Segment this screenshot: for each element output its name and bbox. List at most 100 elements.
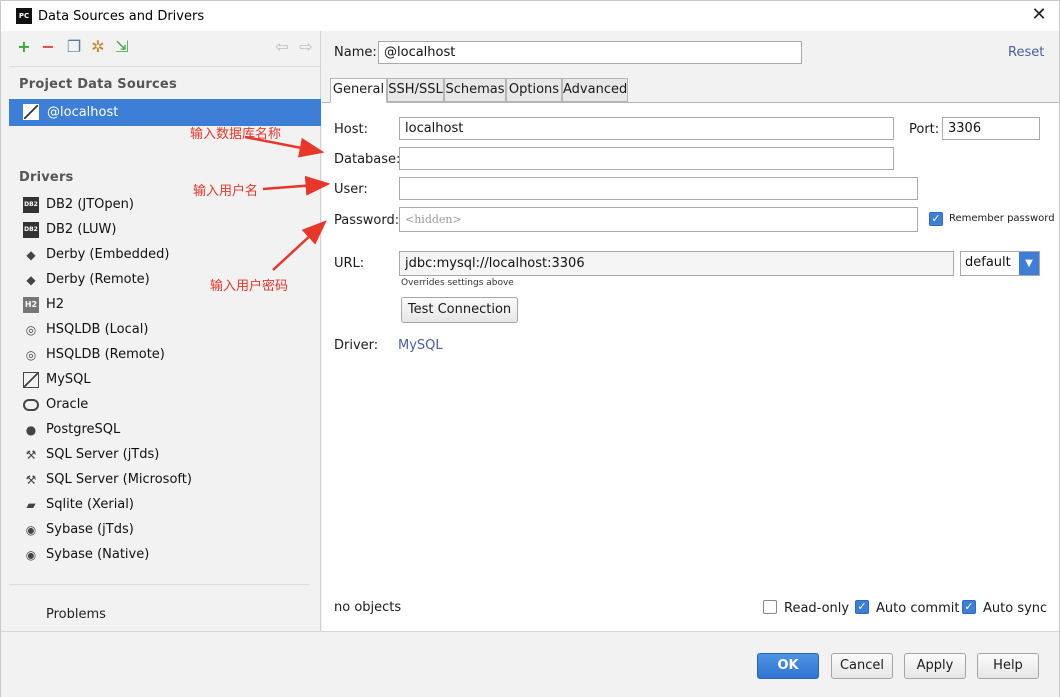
auto-commit-checkbox[interactable]: ✓ <box>855 600 869 614</box>
driver-item[interactable]: ◆ Derby (Embedded) <box>19 244 309 266</box>
elephant-icon: ● <box>25 423 37 437</box>
remove-icon[interactable]: − <box>39 38 57 56</box>
data-source-label: @localhost <box>47 105 119 120</box>
port-label: Port: <box>909 122 940 137</box>
oracle-icon <box>23 399 39 411</box>
host-input[interactable]: localhost <box>399 117 894 140</box>
read-only-label: Read-only <box>784 601 850 616</box>
password-input[interactable]: <hidden> <box>399 207 918 232</box>
auto-sync-checkbox[interactable]: ✓ <box>962 600 976 614</box>
auto-sync-label: Auto sync <box>983 601 1048 616</box>
driver-label: SQL Server (Microsoft) <box>46 472 192 487</box>
read-only-checkbox[interactable] <box>763 600 777 614</box>
driver-item[interactable]: ▰ Sqlite (Xerial) <box>19 494 309 516</box>
reset-link[interactable]: Reset <box>1008 45 1044 60</box>
left-panel: + − ❐ ✲ ⇲ ⇦ ⇨ Project Data Sources @loca… <box>9 31 321 631</box>
driver-item[interactable]: ◉ Sybase (jTds) <box>19 519 309 541</box>
database-label: Database: <box>334 152 401 167</box>
pycharm-app-icon: PC <box>16 8 32 24</box>
problems-item[interactable]: Problems <box>46 607 106 622</box>
sqlserver-icon: ⚒ <box>25 448 37 462</box>
mysql-icon <box>23 372 39 388</box>
toolbar-divider <box>9 66 321 67</box>
close-icon[interactable]: ✕ <box>1029 5 1049 25</box>
cancel-button[interactable]: Cancel <box>831 653 893 679</box>
tab-ssh-ssl[interactable]: SSH/SSL <box>387 78 444 102</box>
drivers-heading: Drivers <box>19 170 74 185</box>
driver-item[interactable]: DB2 DB2 (JTOpen) <box>19 194 309 216</box>
apply-button[interactable]: Apply <box>904 653 966 679</box>
driver-link[interactable]: MySQL <box>398 338 443 353</box>
sybase-icon: ◉ <box>25 548 37 562</box>
test-connection-button[interactable]: Test Connection <box>401 297 518 323</box>
ok-button[interactable]: OK <box>757 653 819 679</box>
window-title: Data Sources and Drivers <box>38 9 205 24</box>
annotation-database: 输入数据库名称 <box>190 127 282 142</box>
tab-general[interactable]: General <box>330 78 387 103</box>
properties-icon[interactable]: ✲ <box>89 38 107 56</box>
host-label: Host: <box>334 122 368 137</box>
driver-label: HSQLDB (Local) <box>46 322 149 337</box>
help-button[interactable]: Help <box>977 653 1039 679</box>
chevron-down-icon: ▼ <box>1019 252 1039 275</box>
tab-schemas[interactable]: Schemas <box>444 78 506 102</box>
sybase-icon: ◉ <box>25 523 37 537</box>
sqlserver-icon: ⚒ <box>25 473 37 487</box>
import-icon[interactable]: ⇲ <box>113 38 131 56</box>
driver-label: MySQL <box>46 372 91 387</box>
driver-label: Derby (Embedded) <box>46 247 170 262</box>
db2-icon: DB2 <box>23 197 39 213</box>
driver-item[interactable]: ● PostgreSQL <box>19 419 309 441</box>
annotation-password: 输入用户密码 <box>210 279 289 294</box>
driver-item[interactable]: ◎ HSQLDB (Local) <box>19 319 309 341</box>
tab-options[interactable]: Options <box>506 78 562 102</box>
status-text: no objects <box>334 600 402 615</box>
driver-label: HSQLDB (Remote) <box>46 347 165 362</box>
driver-label: Sybase (jTds) <box>46 522 134 537</box>
driver-item[interactable]: Oracle <box>19 394 309 416</box>
back-arrow-icon[interactable]: ⇦ <box>273 38 291 56</box>
driver-label: Driver: <box>334 338 379 353</box>
driver-item[interactable]: ◎ HSQLDB (Remote) <box>19 344 309 366</box>
annotation-user: 输入用户名 <box>193 184 259 199</box>
duplicate-icon[interactable]: ❐ <box>65 38 83 56</box>
driver-item[interactable]: H2 H2 <box>19 294 309 316</box>
overrides-note: Overrides settings above <box>401 278 514 288</box>
auto-commit-label: Auto commit <box>876 601 960 616</box>
add-icon[interactable]: + <box>15 38 33 56</box>
url-label: URL: <box>334 256 365 271</box>
dialog-window: PC Data Sources and Drivers ✕ + − ❐ ✲ ⇲ … <box>0 0 1060 697</box>
data-source-localhost[interactable]: @localhost <box>9 99 321 126</box>
driver-label: DB2 (JTOpen) <box>46 197 134 212</box>
project-sources-heading: Project Data Sources <box>19 77 177 92</box>
database-input[interactable] <box>399 147 894 170</box>
driver-label: DB2 (LUW) <box>46 222 117 237</box>
driver-label: PostgreSQL <box>46 422 121 437</box>
driver-label: Derby (Remote) <box>46 272 150 287</box>
driver-item[interactable]: ◉ Sybase (Native) <box>19 544 309 566</box>
tab-advanced[interactable]: Advanced <box>562 78 628 102</box>
url-mode-select[interactable]: default ▼ <box>960 251 1040 276</box>
sqlite-icon: ▰ <box>26 498 36 512</box>
port-input[interactable]: 3306 <box>942 117 1040 140</box>
driver-label: Sybase (Native) <box>46 547 150 562</box>
dialog-footer: OK Cancel Apply Help <box>1 631 1059 697</box>
name-input[interactable]: @localhost <box>378 41 802 64</box>
driver-item[interactable]: ⚒ SQL Server (jTds) <box>19 444 309 466</box>
hsqldb-icon: ◎ <box>25 348 37 362</box>
user-label: User: <box>334 182 368 197</box>
user-input[interactable] <box>399 177 918 200</box>
driver-label: Sqlite (Xerial) <box>46 497 134 512</box>
db2-icon: DB2 <box>23 222 39 238</box>
url-mode-value: default <box>965 255 1011 270</box>
derby-hat-icon: ◆ <box>26 248 36 262</box>
driver-item[interactable]: DB2 DB2 (LUW) <box>19 219 309 241</box>
url-input[interactable]: jdbc:mysql://localhost:3306 <box>399 251 954 276</box>
driver-item[interactable]: ⚒ SQL Server (Microsoft) <box>19 469 309 491</box>
remember-password-checkbox[interactable]: ✓ <box>929 212 943 226</box>
driver-item[interactable]: MySQL <box>19 369 309 391</box>
h2-icon: H2 <box>23 297 39 313</box>
driver-label: H2 <box>46 297 65 312</box>
forward-arrow-icon[interactable]: ⇨ <box>297 38 315 56</box>
mysql-icon <box>23 104 39 120</box>
